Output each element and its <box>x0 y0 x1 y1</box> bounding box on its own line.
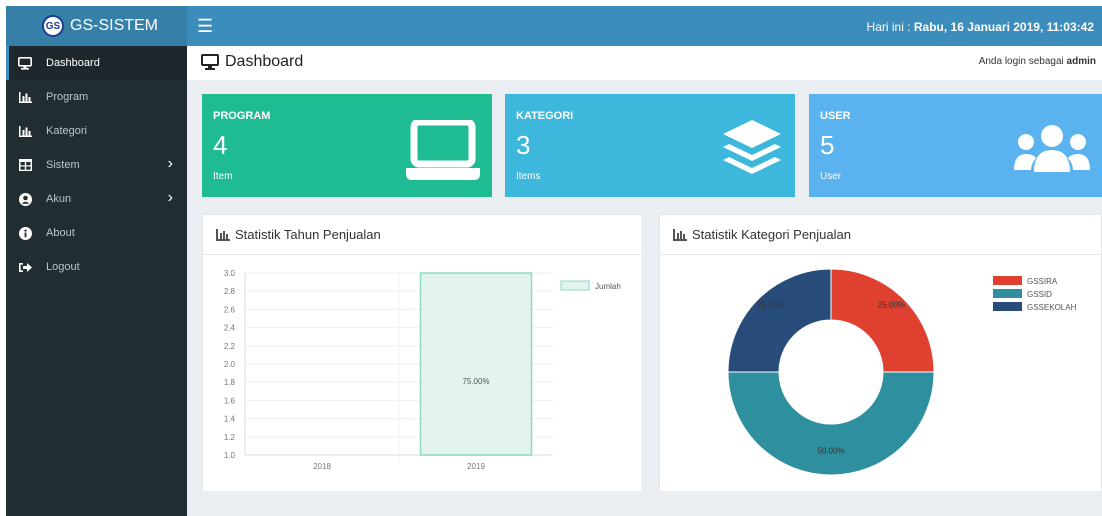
info-box-sub: Items <box>516 171 541 182</box>
donut-slice <box>727 371 935 476</box>
laptop-icon <box>406 120 480 180</box>
hamburger-menu-icon[interactable]: ☰ <box>197 17 213 35</box>
top-navbar: GS GS-SISTEM ☰ Hari ini : Rabu, 16 Janua… <box>6 6 1102 46</box>
login-info: Anda login sebagai admin <box>979 56 1096 67</box>
sidebar-item-program[interactable]: Program <box>6 80 187 114</box>
info-icon <box>18 226 32 240</box>
sidebar-item-akun[interactable]: Akun › <box>6 182 187 216</box>
info-box-program[interactable]: PROGRAM 4 Item <box>202 94 492 197</box>
y-tick-label: 2.2 <box>224 342 236 351</box>
y-tick-label: 2.8 <box>224 287 236 296</box>
chevron-right-icon: › <box>167 189 173 206</box>
panel-year-sales: Statistik Tahun Penjualan 3.0 2.8 2.6 2.4 2.… <box>202 214 643 491</box>
y-tick-label: 1.8 <box>224 378 236 387</box>
panel-category-sales: Statistik Kategori Penjualan 25.00% 50.00… <box>659 214 1102 491</box>
sidebar-item-label: Dashboard <box>46 57 100 69</box>
info-box-kategori[interactable]: KATEGORI 3 Items <box>505 94 795 197</box>
legend-swatch <box>560 280 590 291</box>
info-box-value: 5 <box>820 130 835 160</box>
sidebar-item-label: Akun <box>46 193 72 205</box>
y-tick-label: 1.4 <box>224 415 236 424</box>
content-header: Dashboard Anda login sebagai admin <box>187 46 1102 80</box>
x-tick-label: 2018 <box>313 462 331 471</box>
info-box-title: PROGRAM <box>213 110 271 122</box>
legend-swatch <box>993 276 1022 285</box>
clock-value: Rabu, 16 Januari 2019, 11:03:42 <box>913 20 1094 34</box>
info-box-user[interactable]: USER 5 User <box>809 94 1102 197</box>
panel-header: Statistik Tahun Penjualan <box>203 215 642 255</box>
legend-label: Jumlah <box>595 282 621 291</box>
sidebar-item-sistem[interactable]: Sistem › <box>6 148 187 182</box>
panel-title: Statistik Kategori Penjualan <box>692 227 851 242</box>
y-tick-label: 3.0 <box>224 269 236 278</box>
monitor-icon <box>18 56 32 70</box>
donut-slice <box>830 268 935 373</box>
sidebar-item-label: Program <box>46 91 89 103</box>
brand-logo-icon: GS <box>42 15 64 37</box>
sidebar-item-label: Sistem <box>46 159 80 171</box>
login-user: admin <box>1066 56 1096 67</box>
y-tick-label: 2.6 <box>224 305 236 314</box>
y-tick-label: 2.4 <box>224 324 236 333</box>
donut-chart: 25.00% 50.00% 25.00% GSSIRA GSSID GSSEKOLAH <box>727 268 1077 476</box>
legend-swatch <box>993 289 1022 298</box>
brand[interactable]: GS GS-SISTEM <box>6 6 187 46</box>
donut-slice <box>727 268 832 373</box>
bar-chart-icon <box>18 124 32 138</box>
y-tick-label: 1.0 <box>224 451 236 460</box>
info-box-title: USER <box>820 110 851 122</box>
login-prefix: Anda login sebagai <box>978 56 1067 67</box>
slice-data-label: 25.00% <box>878 301 905 310</box>
sidebar-item-label: Kategori <box>46 125 87 137</box>
user-circle-icon <box>18 192 32 206</box>
bar-chart-icon <box>18 90 32 104</box>
donut-chart-area: 25.00% 50.00% 25.00% GSSIRA GSSID GSSEKOLAH <box>660 255 1101 491</box>
info-box-sub: User <box>820 171 842 182</box>
page-title-text: Dashboard <box>225 53 304 70</box>
bar-chart: 3.0 2.8 2.6 2.4 2.2 2.0 1.8 1.6 1.4 1.2 1.0 2018 201… <box>224 269 621 471</box>
app-frame: GS GS-SISTEM ☰ Hari ini : Rabu, 16 Janua… <box>6 6 1102 516</box>
info-box-sub: Item <box>213 171 233 182</box>
grid-icon <box>18 158 32 172</box>
panel-header: Statistik Kategori Penjualan <box>660 215 1101 255</box>
page-title: Dashboard <box>201 53 303 71</box>
y-tick-label: 1.2 <box>224 433 236 442</box>
y-tick-label: 2.0 <box>224 360 236 369</box>
sidebar: Dashboard Program Kategori Sistem › Akun › Abou… <box>6 46 187 516</box>
legend-label: GSSIRA <box>1027 277 1058 286</box>
sidebar-item-kategori[interactable]: Kategori <box>6 114 187 148</box>
sidebar-item-label: Logout <box>46 261 80 273</box>
chevron-right-icon: › <box>167 155 173 172</box>
monitor-icon <box>201 54 219 70</box>
sign-out-icon <box>18 260 32 274</box>
sidebar-item-about[interactable]: About <box>6 216 187 250</box>
info-box-title: KATEGORI <box>516 110 574 122</box>
legend-label: GSSEKOLAH <box>1027 303 1077 312</box>
slice-data-label: 25.00% <box>757 301 784 310</box>
sidebar-item-dashboard[interactable]: Dashboard <box>6 46 187 80</box>
sidebar-item-logout[interactable]: Logout <box>6 250 187 284</box>
clock-text: Hari ini : Rabu, 16 Januari 2019, 11:03:… <box>867 20 1094 34</box>
bar-chart-area: 3.0 2.8 2.6 2.4 2.2 2.0 1.8 1.6 1.4 1.2 1.0 2018 201… <box>203 255 642 491</box>
legend-swatch <box>993 302 1022 311</box>
sidebar-item-label: About <box>46 227 75 239</box>
panel-title: Statistik Tahun Penjualan <box>235 227 381 242</box>
bar-chart-icon <box>673 228 687 241</box>
bar-chart-icon <box>216 228 230 241</box>
bar <box>419 272 533 456</box>
y-tick-label: 1.6 <box>224 396 236 405</box>
clock-prefix: Hari ini : <box>866 20 914 34</box>
layers-icon <box>723 120 781 174</box>
users-icon <box>1014 125 1090 172</box>
x-tick-label: 2019 <box>467 462 485 471</box>
legend-label: GSSID <box>1027 290 1052 299</box>
bar-data-label: 75.00% <box>462 377 489 386</box>
info-box-value: 4 <box>213 130 228 160</box>
info-box-value: 3 <box>516 130 531 160</box>
slice-data-label: 50.00% <box>817 447 844 456</box>
brand-title: GS-SISTEM <box>70 17 159 34</box>
